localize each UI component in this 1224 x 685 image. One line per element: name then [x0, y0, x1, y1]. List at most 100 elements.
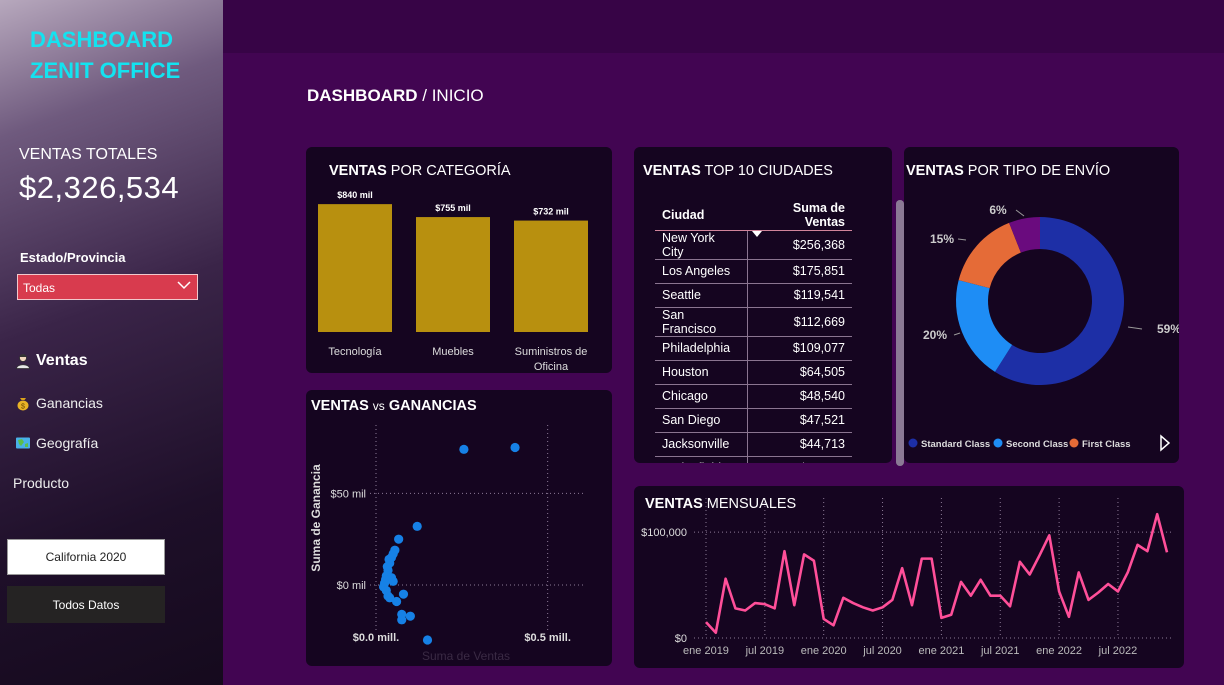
state-filter-label: Estado/Provincia — [20, 250, 126, 265]
bar-data-label: $840 mil — [337, 190, 373, 200]
donut-slice — [958, 222, 1021, 289]
city-cell: Houston — [655, 360, 747, 385]
nav-item-label: Ventas — [36, 352, 88, 369]
x-tick-label: jul 2019 — [745, 645, 785, 657]
title-bold: VENTAS — [645, 496, 703, 512]
y-tick-label: $0 — [675, 633, 687, 645]
column-header-sales-label: Suma de Ventas — [792, 200, 845, 229]
category-tick-label: Oficina — [534, 361, 569, 373]
table-row[interactable]: San Francisco $112,669 — [655, 307, 852, 337]
sidebar: DASHBOARD ZENIT OFFICE VENTAS TOTALES $2… — [0, 0, 223, 685]
shipping-card-title: VENTAS POR TIPO DE ENVÍO — [906, 163, 1110, 179]
nav-item-ventas[interactable]: Ventas — [15, 352, 88, 370]
sales-cell: $64,505 — [746, 360, 852, 385]
donut-leader-line — [1127, 326, 1143, 330]
cities-scrollbar[interactable] — [896, 200, 904, 466]
table-row[interactable]: Jacksonville $44,713 — [655, 432, 852, 457]
city-cell: Philadelphia — [655, 336, 747, 361]
scatter-point — [394, 534, 404, 544]
table-row[interactable]: Houston $64,505 — [655, 360, 852, 385]
scatter-point — [388, 576, 398, 586]
nav-item-producto[interactable]: Producto — [13, 475, 69, 491]
scatter-point — [398, 589, 409, 599]
legend-marker — [993, 438, 1003, 448]
scrollbar-thumb[interactable] — [896, 200, 904, 466]
category-bar — [318, 204, 392, 332]
legend-next-icon[interactable] — [1160, 434, 1171, 452]
city-cell: Springfield — [655, 456, 747, 463]
sales-cell: $47,521 — [746, 408, 852, 433]
title-mid: vs — [372, 399, 385, 413]
table-row[interactable]: San Diego $47,521 — [655, 408, 852, 433]
category-bar-chart: $840 mil $755 mil $732 mil Tecnología Mueble… — [318, 190, 588, 373]
legend-label: Standard Class — [921, 439, 990, 450]
scatter-point — [510, 442, 520, 453]
table-row[interactable]: Los Angeles $175,851 — [655, 259, 852, 284]
cities-table-clip: Ciudad Suma de Ventas New York City $256,… — [634, 147, 892, 463]
brand-title: DASHBOARD ZENIT OFFICE — [30, 24, 180, 86]
category-tick-label: Tecnología — [328, 346, 382, 358]
nav-item-label: Producto — [13, 475, 70, 491]
column-header-city[interactable]: Ciudad — [655, 200, 747, 231]
donut-leader-line — [953, 332, 961, 336]
category-tick-label: Suministros de — [515, 346, 588, 358]
table-row[interactable]: Chicago $48,540 — [655, 384, 852, 409]
title-bold: VENTAS — [329, 163, 387, 179]
shipping-card: 59% 20% 15% 6% Standard Class Second Class Fir… — [904, 147, 1179, 463]
breadcrumb-page: INICIO — [431, 86, 484, 105]
monthly-sales-card: ene 2019 jul 2019 ene 2020 jul 2020 ene 2021… — [634, 486, 1184, 668]
scatter-point — [392, 596, 402, 607]
table-row[interactable]: Springfield$43,054 — [655, 456, 852, 463]
city-cell: San Francisco — [655, 307, 747, 337]
state-filter-dropdown[interactable]: Todas — [17, 274, 198, 300]
column-header-sales[interactable]: Suma de Ventas — [747, 200, 852, 237]
x-tick-label: $0.0 mill. — [353, 632, 399, 644]
sales-cell: $43,054 — [746, 456, 852, 463]
nav-item-ganancias[interactable]: $ Ganancias — [15, 395, 103, 411]
donut-data-label: 6% — [989, 203, 1007, 217]
todos-datos-button[interactable]: Todos Datos — [7, 586, 165, 623]
x-tick-label: $0.5 mill. — [524, 632, 570, 644]
city-cell: New York City — [655, 230, 747, 260]
money-bag-icon: $ — [17, 398, 29, 411]
y-tick-label: $50 mil — [331, 488, 366, 500]
nav-item-geografia[interactable]: Geografía — [15, 435, 98, 451]
city-cell: San Diego — [655, 408, 747, 433]
x-tick-label: jul 2020 — [862, 645, 902, 657]
sales-cell: $112,669 — [746, 307, 852, 337]
city-cell: Chicago — [655, 384, 747, 409]
legend-marker — [1069, 438, 1079, 448]
scatter-point — [405, 611, 415, 621]
city-cell: Jacksonville — [655, 432, 747, 457]
legend-label: First Class — [1082, 439, 1131, 450]
total-sales-label: VENTAS TOTALES — [19, 146, 158, 163]
map-icon — [16, 437, 30, 449]
y-axis-title: Suma de Ganancia — [309, 464, 323, 572]
title-bold: VENTAS — [311, 398, 369, 414]
breadcrumb-separator: / — [422, 86, 427, 105]
sales-cell: $44,713 — [746, 432, 852, 457]
y-tick-label: $0 mil — [337, 580, 366, 592]
chevron-down-icon — [177, 281, 191, 290]
sales-profit-scatter-chart: $50 mil $0 mil $0.0 mill. $0.5 mill. Suma de… — [309, 425, 586, 663]
table-row[interactable]: Philadelphia $109,077 — [655, 336, 852, 361]
california-2020-button[interactable]: California 2020 — [7, 539, 165, 575]
table-header-row: Ciudad Suma de Ventas — [655, 200, 852, 237]
scatter-card-title: VENTAS vs GANANCIAS — [311, 398, 477, 414]
monthly-card-title: VENTAS MENSUALES — [645, 496, 796, 512]
scatter-point — [397, 615, 407, 625]
sales-cell: $175,851 — [746, 259, 852, 284]
x-tick-label: ene 2021 — [918, 645, 964, 657]
sort-desc-icon — [752, 230, 762, 237]
monthly-sales-line — [705, 512, 1169, 635]
x-tick-label: ene 2020 — [801, 645, 847, 657]
sales-cell: $256,368 — [746, 230, 852, 260]
legend-label: Second Class — [1006, 439, 1068, 450]
x-tick-label: ene 2022 — [1036, 645, 1082, 657]
table-row[interactable]: Seattle $119,541 — [655, 283, 852, 308]
breadcrumb-root: DASHBOARD — [307, 86, 418, 105]
svg-text:$: $ — [21, 404, 25, 411]
nav-item-label: Ganancias — [36, 395, 103, 411]
scatter-card: $50 mil $0 mil $0.0 mill. $0.5 mill. Suma de… — [306, 390, 612, 666]
donut-data-label: 15% — [930, 232, 954, 246]
